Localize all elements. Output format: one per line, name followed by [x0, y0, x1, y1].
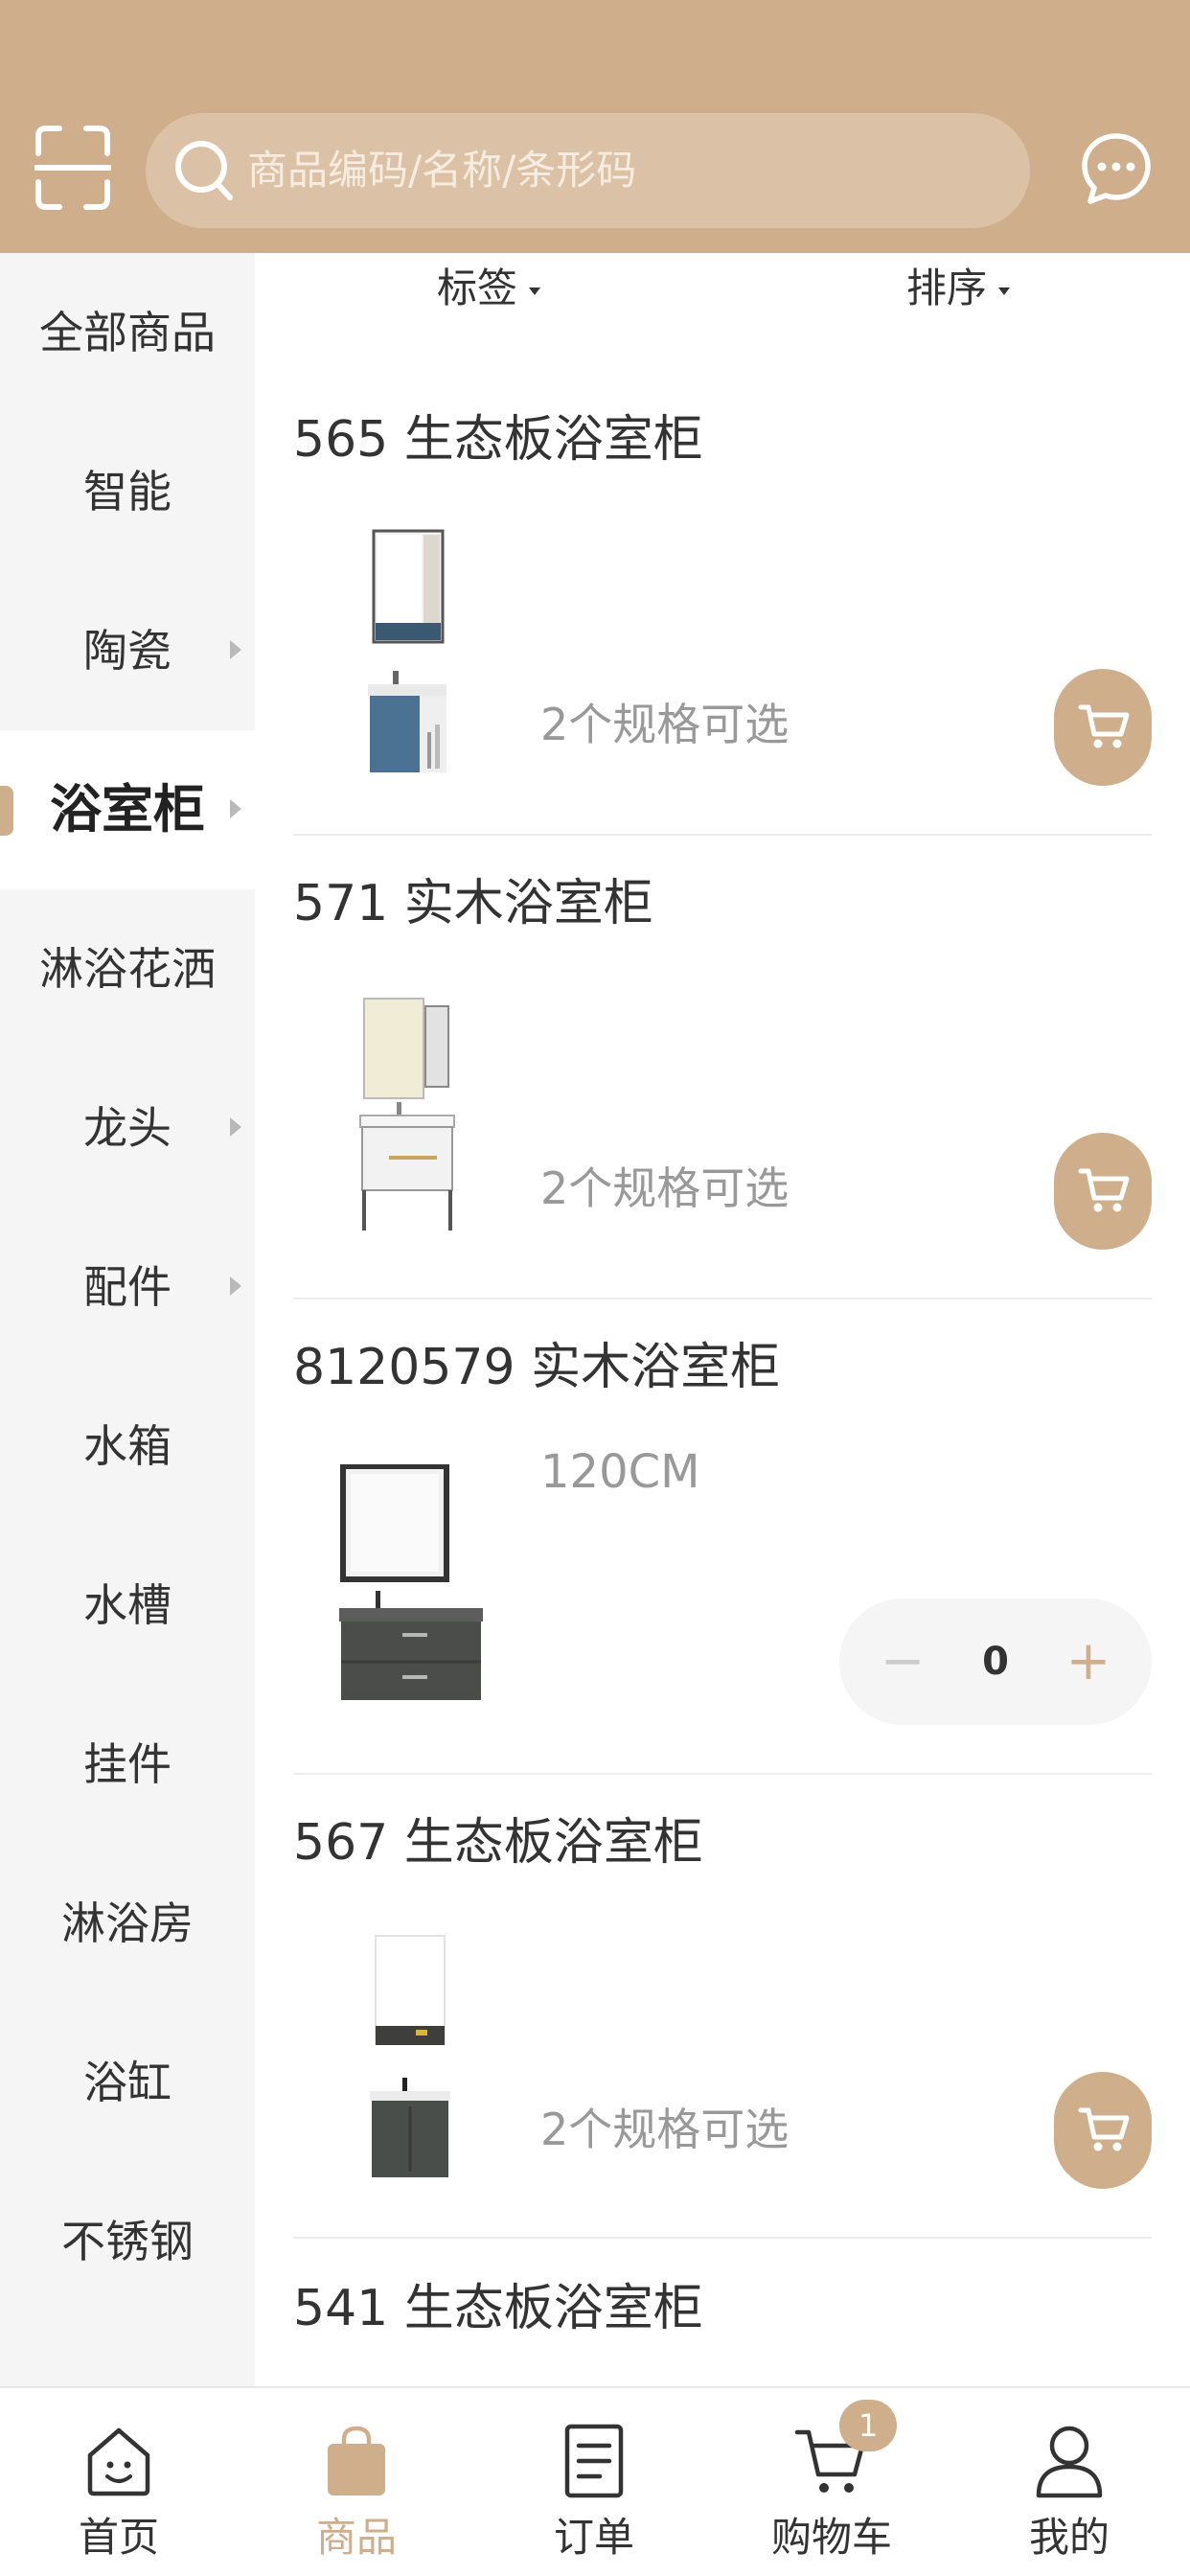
divider: [293, 1298, 1152, 1300]
expand-arrow-icon: [230, 1117, 241, 1137]
spec-options-text: 2个规格可选: [540, 699, 790, 750]
tab-mine[interactable]: 我的: [950, 2388, 1188, 2576]
sidebar-item-label: 不锈钢: [61, 2216, 194, 2267]
sidebar-item-label: 龙头: [83, 1102, 172, 1154]
category-sidebar: 全部商品 智能 陶瓷 浴室柜 淋浴花洒 龙头 配件 水箱 水槽 挂件 淋浴房 浴…: [0, 253, 255, 2386]
sidebar-item-hardware[interactable]: 挂件: [0, 1685, 255, 1844]
top-header: 商品编码/名称/条形码: [0, 0, 1190, 253]
sidebar-item-sink[interactable]: 水槽: [0, 1526, 255, 1685]
message-icon[interactable]: [1081, 130, 1152, 207]
sidebar-item-label: 水槽: [83, 1579, 172, 1631]
bottom-tab-bar: 首页 商品 订单 1 购物车 我的: [0, 2386, 1190, 2576]
tab-label: 首页: [78, 2514, 159, 2561]
sidebar-item-label: 淋浴房: [61, 1898, 194, 1949]
product-image: [339, 529, 473, 778]
product-title: 567 生态板浴室柜: [293, 1814, 703, 1872]
divider: [293, 2237, 1152, 2239]
size-text: 120CM: [540, 1445, 700, 1499]
spec-options-text: 2个规格可选: [540, 2104, 790, 2155]
tag-filter[interactable]: 标签: [437, 257, 541, 320]
tab-cart[interactable]: 1 购物车: [713, 2388, 950, 2576]
decrease-button[interactable]: −: [868, 1627, 937, 1696]
sidebar-item-accessories[interactable]: 配件: [0, 1208, 255, 1367]
tab-orders[interactable]: 订单: [475, 2388, 713, 2576]
sidebar-item-label: 全部商品: [39, 307, 216, 358]
add-to-cart-button[interactable]: [1054, 1133, 1152, 1250]
product-title: 8120579 实木浴室柜: [293, 1339, 781, 1396]
product-title: 565 生态板浴室柜: [293, 411, 703, 469]
quantity-value: 0: [982, 1640, 1009, 1684]
product-title: 571 实木浴室柜: [293, 875, 653, 932]
tab-label: 订单: [553, 2514, 634, 2561]
product-card[interactable]: 571 实木浴室柜 2个规格可选: [293, 870, 1152, 1300]
sidebar-item-shower[interactable]: 淋浴花洒: [0, 889, 255, 1048]
sidebar-item-tank[interactable]: 水箱: [0, 1367, 255, 1526]
add-to-cart-button[interactable]: [1054, 2072, 1152, 2189]
divider: [293, 1773, 1152, 1775]
sidebar-item-label: 水箱: [83, 1420, 172, 1472]
product-card[interactable]: 565 生态板浴室柜 2个规格可选: [293, 406, 1152, 836]
spec-options-text: 2个规格可选: [540, 1162, 790, 1214]
user-icon: [1031, 2423, 1108, 2499]
tab-home[interactable]: 首页: [0, 2388, 238, 2576]
scan-icon[interactable]: [34, 125, 112, 211]
quantity-stepper[interactable]: − 0 +: [839, 1598, 1152, 1725]
order-icon: [556, 2423, 632, 2499]
sidebar-item-all[interactable]: 全部商品: [0, 253, 255, 412]
tag-filter-label: 标签: [437, 264, 518, 311]
tab-label: 我的: [1028, 2514, 1110, 2561]
product-card[interactable]: 541 生态板浴室柜: [293, 2275, 1152, 2380]
search-input[interactable]: 商品编码/名称/条形码: [146, 113, 1030, 228]
increase-button[interactable]: +: [1054, 1627, 1123, 1696]
sidebar-item-shower-room[interactable]: 淋浴房: [0, 1844, 255, 2003]
sidebar-item-label: 挂件: [83, 1738, 172, 1790]
sidebar-item-bathtub[interactable]: 浴缸: [0, 2003, 255, 2162]
sidebar-item-bathroom-cabinet[interactable]: 浴室柜: [0, 730, 255, 889]
sidebar-item-label: 浴缸: [83, 2057, 172, 2108]
sidebar-item-label: 浴室柜: [50, 779, 205, 840]
sort-filter[interactable]: 排序: [906, 257, 1011, 320]
home-icon: [80, 2423, 157, 2499]
sort-filter-label: 排序: [906, 264, 988, 311]
tab-products[interactable]: 商品: [238, 2388, 475, 2576]
expand-arrow-icon: [230, 640, 241, 659]
product-card[interactable]: 8120579 实木浴室柜 120CM − 0 +: [293, 1334, 1152, 1775]
search-icon: [172, 138, 236, 205]
sidebar-item-label: 陶瓷: [83, 625, 172, 677]
sidebar-item-ceramics[interactable]: 陶瓷: [0, 571, 255, 730]
search-placeholder: 商品编码/名称/条形码: [247, 147, 637, 194]
product-image: [339, 1463, 492, 1704]
caret-down-icon: [529, 287, 541, 295]
sidebar-item-smart[interactable]: 智能: [0, 412, 255, 571]
expand-arrow-icon: [230, 799, 241, 818]
tab-label: 购物车: [770, 2514, 892, 2561]
product-image: [339, 997, 473, 1236]
bag-icon: [318, 2423, 395, 2499]
sidebar-item-label: 淋浴花洒: [39, 943, 216, 995]
cart-count-badge: 1: [839, 2400, 897, 2451]
product-card[interactable]: 567 生态板浴室柜 2个规格可选: [293, 1809, 1152, 2239]
divider: [293, 834, 1152, 836]
product-title: 541 生态板浴室柜: [293, 2280, 703, 2337]
caret-down-icon: [998, 287, 1011, 295]
expand-arrow-icon: [230, 1276, 241, 1296]
tab-label: 商品: [315, 2514, 397, 2561]
product-image: [339, 1934, 473, 2183]
sidebar-item-faucet[interactable]: 龙头: [0, 1048, 255, 1208]
add-to-cart-button[interactable]: [1054, 669, 1152, 786]
sidebar-item-label: 配件: [83, 1261, 172, 1313]
sidebar-item-label: 智能: [83, 466, 172, 518]
sidebar-item-stainless[interactable]: 不锈钢: [0, 2162, 255, 2321]
